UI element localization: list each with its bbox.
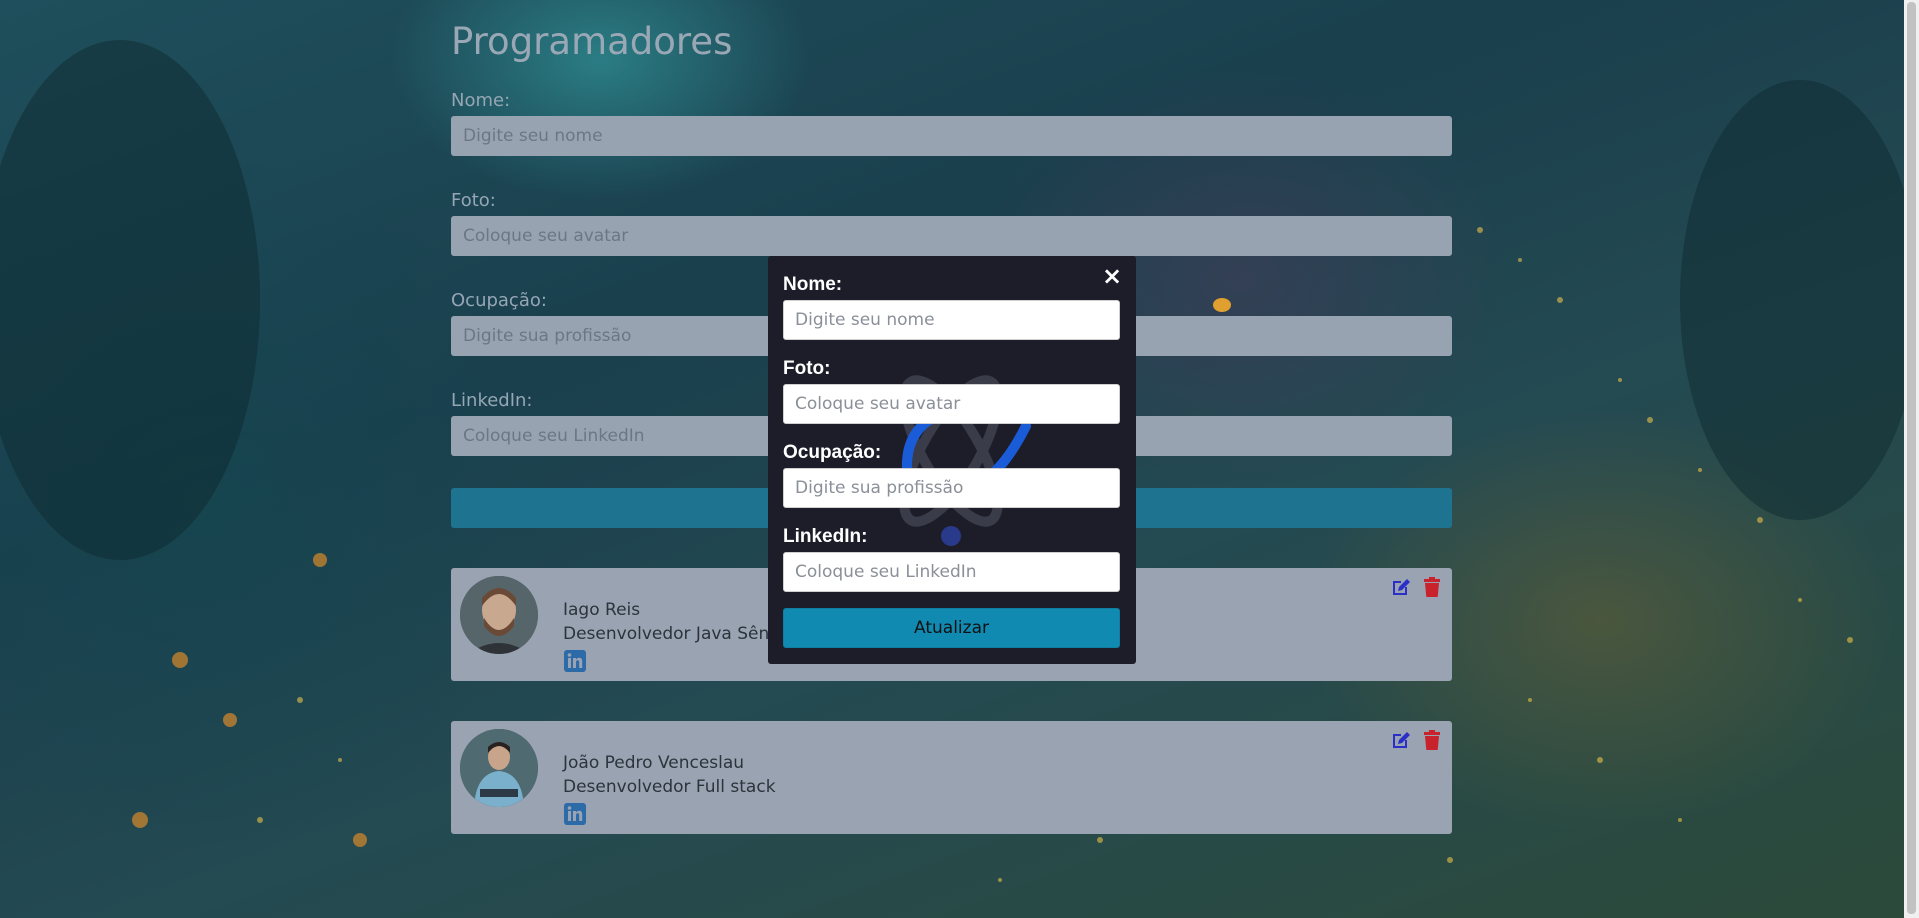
scrollbar[interactable] (1904, 0, 1919, 918)
photo-input[interactable] (451, 216, 1452, 256)
card-name: Iago Reis (563, 600, 641, 620)
update-button[interactable]: Atualizar (783, 608, 1120, 648)
linkedin-label: LinkedIn: (451, 390, 533, 411)
linkedin-icon[interactable] (564, 803, 586, 825)
photo-label: Foto: (451, 190, 496, 211)
modal-name-label: Nome: (783, 274, 843, 295)
modal-linkedin-input[interactable] (783, 552, 1120, 592)
programmer-card: João Pedro Venceslau Desenvolvedor Full … (451, 721, 1452, 834)
occupation-label: Ocupação: (451, 290, 547, 311)
modal-occupation-label: Ocupação: (783, 442, 882, 463)
name-input[interactable] (451, 116, 1452, 156)
scrollbar-thumb[interactable] (1907, 2, 1916, 914)
edit-icon[interactable] (1390, 576, 1412, 598)
modal-occupation-input[interactable] (783, 468, 1120, 508)
linkedin-icon[interactable] (564, 650, 586, 672)
avatar (460, 576, 538, 654)
modal-linkedin-label: LinkedIn: (783, 526, 868, 547)
page-title: Programadores (451, 20, 733, 63)
card-role: Desenvolvedor Full stack (563, 777, 776, 797)
avatar (460, 729, 538, 807)
card-role: Desenvolvedor Java Sênior (563, 624, 792, 644)
modal-name-input[interactable] (783, 300, 1120, 340)
delete-icon[interactable] (1422, 729, 1442, 751)
name-label: Nome: (451, 90, 511, 111)
close-icon[interactable]: × (1100, 264, 1124, 288)
modal-photo-input[interactable] (783, 384, 1120, 424)
edit-icon[interactable] (1390, 729, 1412, 751)
modal-photo-label: Foto: (783, 358, 831, 379)
edit-modal: × Nome: Foto: Ocupação: LinkedIn: Atuali… (768, 256, 1136, 664)
card-name: João Pedro Venceslau (563, 753, 745, 773)
delete-icon[interactable] (1422, 576, 1442, 598)
